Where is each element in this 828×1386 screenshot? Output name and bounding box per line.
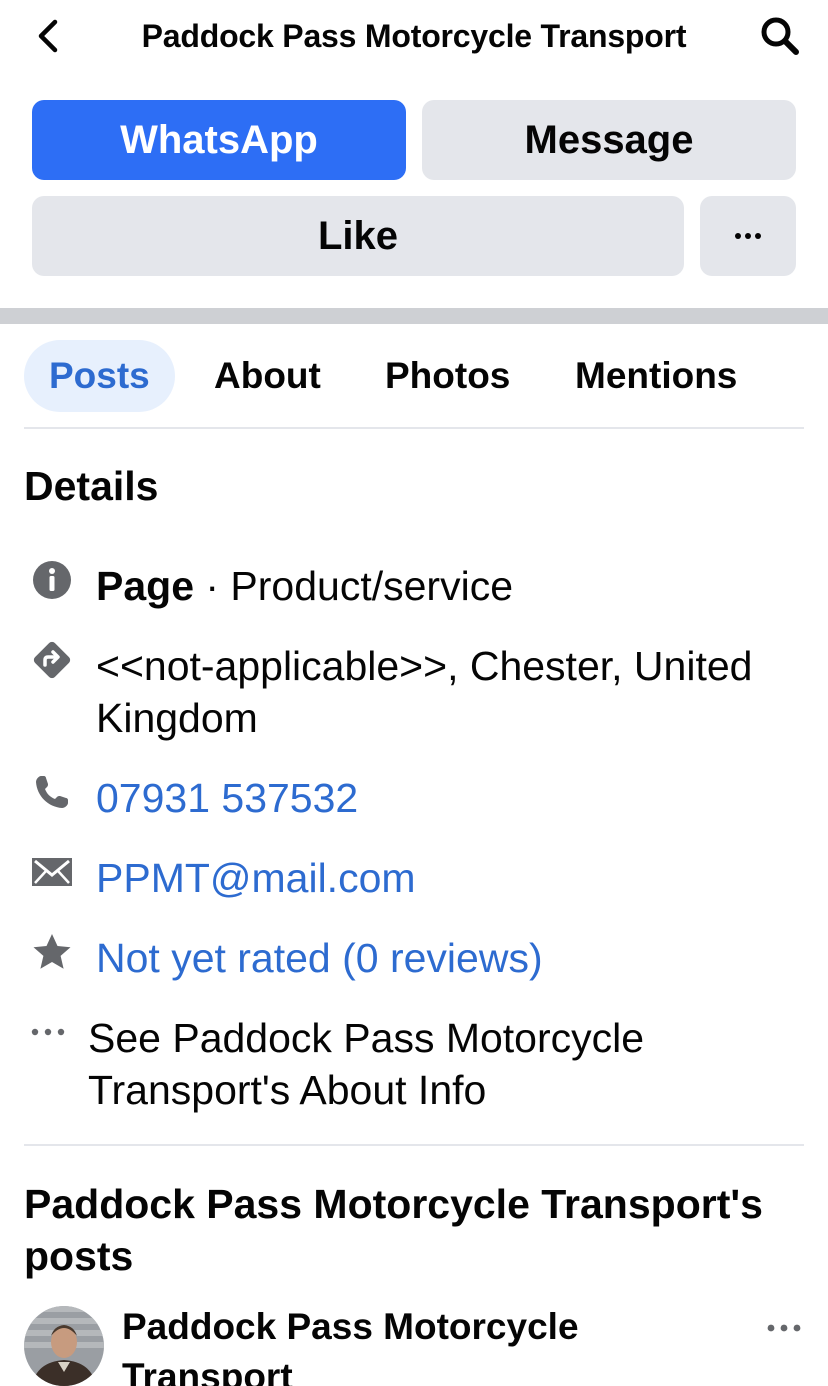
address-line-1: <<not-applicable>>, Chester, United: [96, 643, 753, 689]
rating-link[interactable]: Not yet rated (0 reviews): [96, 932, 543, 984]
post-author-line-2: Transport: [122, 1356, 293, 1386]
more-options-button[interactable]: [700, 196, 796, 276]
profile-tabs: Posts About Photos Mentions: [24, 340, 804, 412]
details-divider: [24, 1144, 804, 1146]
tab-photos[interactable]: Photos: [385, 340, 510, 412]
post-author-name[interactable]: Paddock Pass Motorcycle Transport: [122, 1302, 722, 1386]
more-dots-icon: [767, 1324, 801, 1332]
address-line-2: Kingdom: [96, 695, 258, 741]
more-dots-icon: [24, 1008, 72, 1056]
avatar[interactable]: [24, 1306, 104, 1386]
post-author-line-1: Paddock Pass Motorcycle: [122, 1306, 579, 1347]
page-label: Page: [96, 563, 194, 609]
tab-mentions[interactable]: Mentions: [575, 340, 737, 412]
star-icon: [28, 928, 76, 976]
page-title: Paddock Pass Motorcycle Transport: [141, 17, 687, 54]
details-heading: Details: [24, 463, 159, 509]
info-icon: [28, 556, 76, 604]
tab-about[interactable]: About: [214, 340, 321, 412]
section-divider: [0, 308, 828, 324]
like-button[interactable]: Like: [32, 196, 684, 276]
whatsapp-button[interactable]: WhatsApp: [32, 100, 406, 180]
top-bar: Paddock Pass Motorcycle Transport: [0, 0, 828, 72]
tabs-divider: [24, 427, 804, 429]
phone-icon: [28, 768, 76, 816]
post-options-button[interactable]: [764, 1308, 804, 1348]
search-icon: [761, 17, 799, 55]
about-info-line-1: See Paddock Pass Motorcycle: [88, 1015, 645, 1061]
mail-icon: [28, 848, 76, 896]
more-dots-icon: [735, 233, 761, 239]
message-button[interactable]: Message: [422, 100, 796, 180]
about-info-line-2: Transport's About Info: [88, 1067, 487, 1113]
chevron-left-icon: [38, 19, 58, 53]
email-link[interactable]: PPMT@mail.com: [96, 852, 416, 904]
tab-posts[interactable]: Posts: [24, 340, 175, 412]
posts-heading-line-2: posts: [24, 1233, 134, 1279]
page-category: · Product/service: [194, 563, 513, 609]
posts-heading-line-1: Paddock Pass Motorcycle Transport's: [24, 1181, 763, 1227]
directions-icon: [28, 636, 76, 684]
search-button[interactable]: [756, 12, 804, 60]
back-button[interactable]: [30, 14, 66, 58]
phone-number-link[interactable]: 07931 537532: [96, 772, 358, 824]
